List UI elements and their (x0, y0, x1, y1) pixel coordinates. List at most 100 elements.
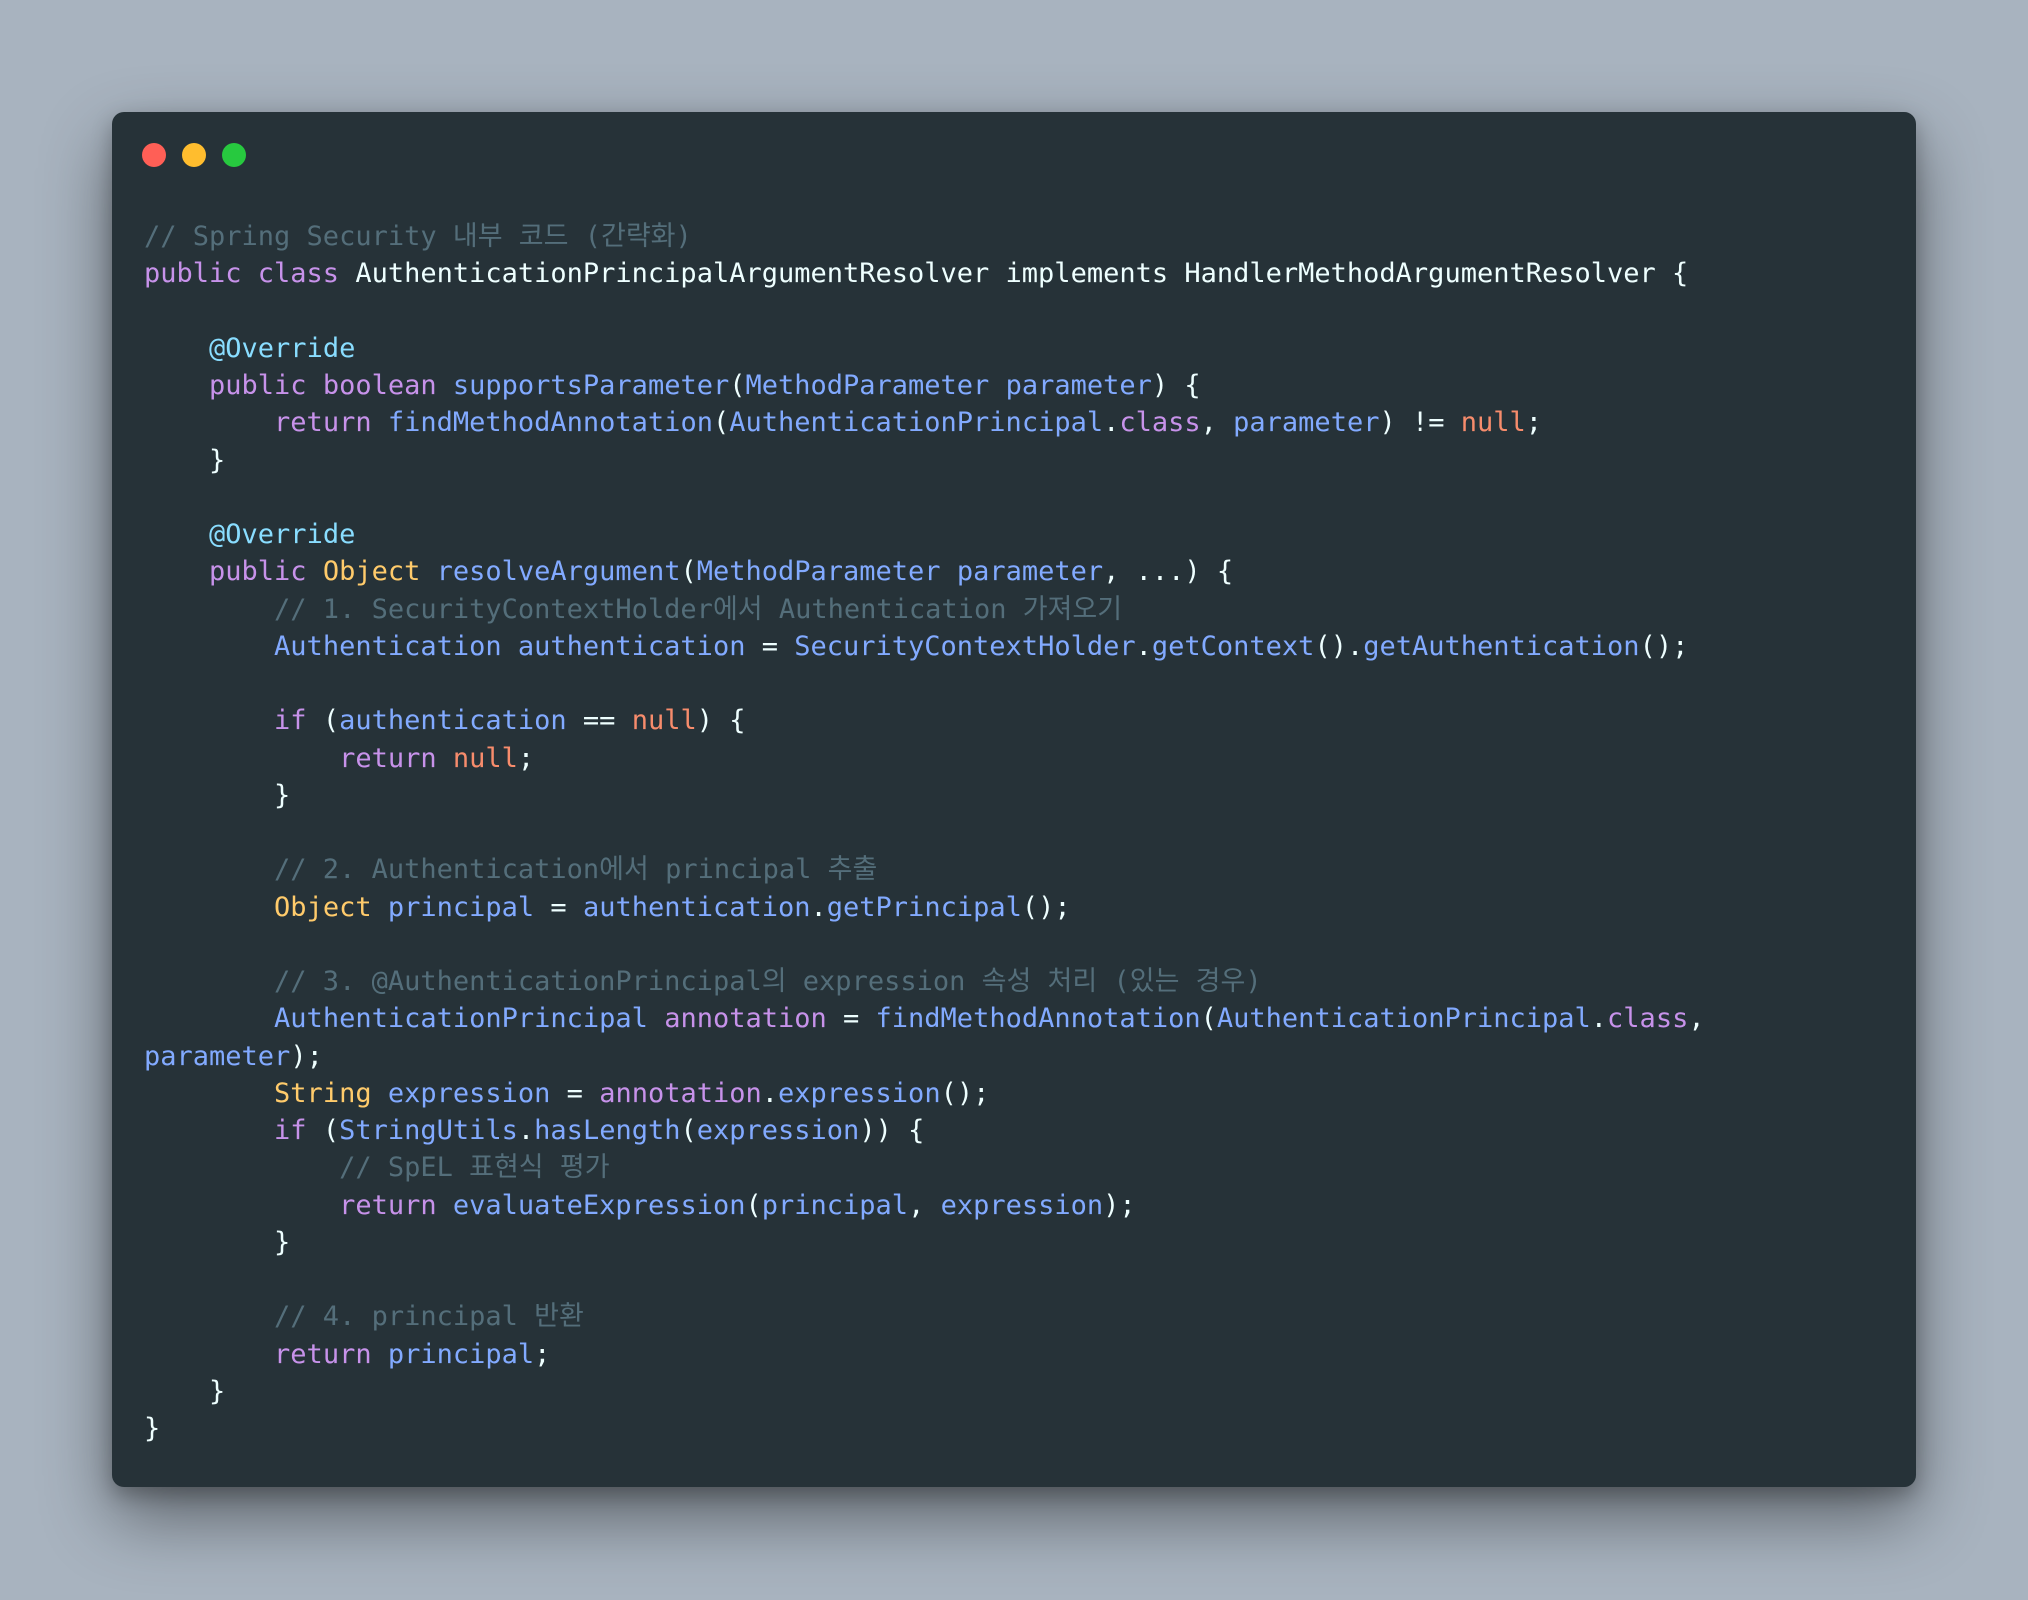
code-token-punct: ; (517, 742, 535, 774)
code-token-func: getPrincipal (826, 891, 1022, 923)
code-line: public class AuthenticationPrincipalArgu… (144, 255, 1904, 292)
code-token-punct: ); (290, 1040, 323, 1072)
code-line: } (144, 777, 1904, 814)
code-token-param: principal (387, 1338, 535, 1370)
code-token-param: authentication (582, 891, 811, 923)
code-token-punct: = (534, 891, 583, 923)
code-line: parameter); (144, 1038, 1904, 1075)
code-token-param: principal (761, 1189, 909, 1221)
maximize-button[interactable] (222, 143, 246, 167)
code-line: } (144, 1410, 1904, 1447)
code-token-class: AuthenticationPrincipal (274, 1003, 665, 1035)
code-token-func: getContext (1151, 630, 1315, 662)
code-line: return findMethodAnnotation(Authenticati… (144, 404, 1904, 441)
code-token-punct: . (1135, 630, 1152, 662)
code-token-var: annotation (664, 1003, 827, 1035)
code-token-punct: ( (712, 407, 730, 439)
code-token-comment: // SpEL 표현식 평가 (144, 1152, 610, 1184)
code-token-type: String (274, 1077, 388, 1109)
code-token-punct: } (144, 779, 291, 811)
code-token-param: expression (940, 1189, 1104, 1221)
code-line: // 2. Authentication에서 principal 추출 (144, 851, 1904, 888)
code-token-punct: ( (322, 705, 340, 737)
code-token-punct: , (908, 1189, 941, 1221)
code-line: // 3. @AuthenticationPrincipal의 expressi… (144, 963, 1904, 1000)
code-line: return principal; (144, 1336, 1904, 1373)
code-token-keyword: return (274, 407, 388, 439)
code-token-param: MethodParameter parameter (696, 556, 1104, 588)
code-token-punct: ; (1525, 407, 1543, 439)
code-line: return evaluateExpression(principal, exp… (144, 1187, 1904, 1224)
code-token-func: resolveArgument (436, 556, 681, 588)
code-line: // 4. principal 반환 (144, 1298, 1904, 1335)
code-token-var: annotation (599, 1077, 762, 1109)
code-line: } (144, 1224, 1904, 1261)
code-token-plain: AuthenticationPrincipalArgumentResolver … (355, 258, 1689, 290)
code-token-punct: ; (534, 1338, 551, 1370)
code-token-param: parameter (1233, 407, 1380, 439)
code-token-param: expression (696, 1115, 860, 1146)
code-line: String expression = annotation.expressio… (144, 1075, 1904, 1112)
code-token-punct: ); (1103, 1189, 1136, 1221)
code-token-type: Object (274, 891, 388, 923)
code-token-func: evaluateExpression (452, 1189, 746, 1221)
code-token-punct: ) { (1151, 370, 1201, 401)
code-token-punct: (); (1639, 630, 1689, 662)
code-token-param: expression (387, 1077, 551, 1109)
code-token-punct: )) { (859, 1115, 925, 1146)
code-token-keyword: return (274, 1338, 388, 1370)
code-token-class: Authentication authentication (274, 630, 746, 662)
code-token-keyword: class (1607, 1003, 1689, 1035)
code-block: // Spring Security 내부 코드 (간략화) public cla… (144, 218, 1904, 1447)
minimize-button[interactable] (182, 143, 206, 167)
code-token-comment: // 2. Authentication에서 principal 추출 (144, 854, 878, 886)
code-token-punct: . (1103, 407, 1120, 439)
code-token-param: MethodParameter parameter (745, 370, 1152, 401)
window-controls (142, 143, 246, 167)
code-token-punct: } (144, 1413, 161, 1444)
code-token-func: supportsParameter (452, 370, 730, 401)
code-token-punct: , (1688, 1003, 1705, 1035)
code-token-punct: } (144, 1375, 226, 1407)
code-line: // 1. SecurityContextHolder에서 Authentica… (144, 591, 1904, 628)
code-window: // Spring Security 내부 코드 (간략화) public cla… (112, 112, 1916, 1487)
code-token-param: authentication (339, 705, 567, 737)
code-token-punct: ( (1200, 1003, 1217, 1035)
code-token-func: findMethodAnnotation (875, 1003, 1201, 1035)
close-button[interactable] (142, 143, 166, 167)
code-token-null: null (631, 705, 697, 737)
code-token-punct: . (761, 1077, 779, 1109)
code-line: } (144, 1373, 1904, 1410)
code-token-punct: . (810, 891, 827, 923)
code-token-class: StringUtils (339, 1115, 518, 1146)
code-token-punct: , (1200, 407, 1234, 439)
code-token-punct: ) { (696, 705, 746, 737)
code-line: Authentication authentication = Security… (144, 628, 1904, 665)
code-token-keyword: return (339, 1189, 453, 1221)
code-token-punct: (); (940, 1077, 990, 1109)
code-line: if (StringUtils.hasLength(expression)) { (144, 1112, 1904, 1149)
code-token-punct: == (566, 705, 632, 737)
code-line: Object principal = authentication.getPri… (144, 889, 1904, 926)
code-token-punct: , ...) { (1103, 556, 1234, 588)
code-token-punct: ( (680, 556, 697, 588)
code-line: public Object resolveArgument(MethodPara… (144, 553, 1904, 590)
code-token-punct: ( (745, 1189, 762, 1221)
code-token-param: parameter (144, 1040, 291, 1072)
code-token-class: AuthenticationPrincipal (729, 407, 1104, 439)
